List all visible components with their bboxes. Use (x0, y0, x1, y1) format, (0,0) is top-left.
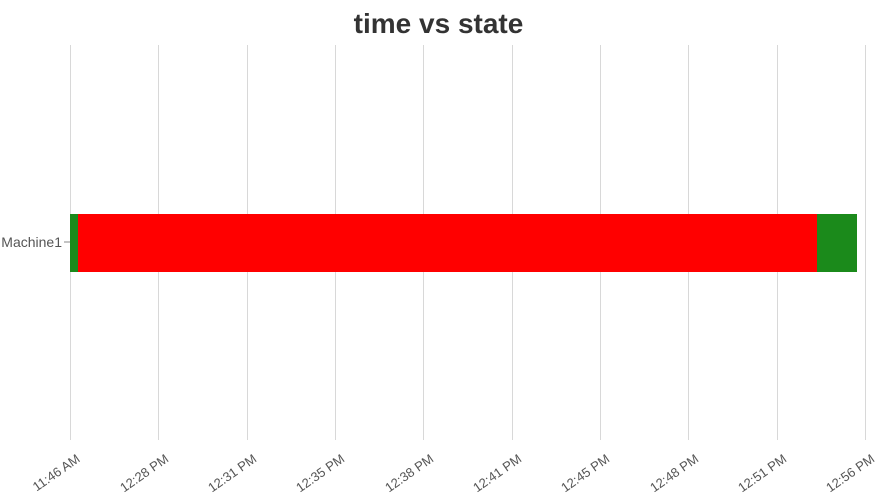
x-axis-tick-label: 12:28 PM (117, 451, 171, 495)
x-axis-tick-label: 12:41 PM (470, 451, 524, 495)
x-axis-labels: 11:46 AM12:28 PM12:31 PM12:35 PM12:38 PM… (70, 445, 865, 495)
bar-segment (70, 214, 78, 272)
x-axis-tick-label: 12:38 PM (382, 451, 436, 495)
chart-title: time vs state (0, 0, 877, 44)
x-axis-tick-label: 12:31 PM (205, 451, 259, 495)
plot-area (70, 45, 865, 440)
bar-segment (817, 214, 857, 272)
x-axis-tick-label: 12:48 PM (647, 451, 701, 495)
x-axis-tick-label: 12:51 PM (735, 451, 789, 495)
x-axis-tick-label: 11:46 AM (30, 451, 83, 494)
bar-segment (78, 214, 817, 272)
y-axis-label: Machine1 (0, 234, 62, 250)
y-axis-tick (64, 242, 70, 243)
gridline (865, 45, 866, 440)
x-axis-tick-label: 12:45 PM (558, 451, 612, 495)
x-axis-tick-label: 12:35 PM (293, 451, 347, 495)
x-axis-tick-label: 12:56 PM (823, 451, 877, 495)
